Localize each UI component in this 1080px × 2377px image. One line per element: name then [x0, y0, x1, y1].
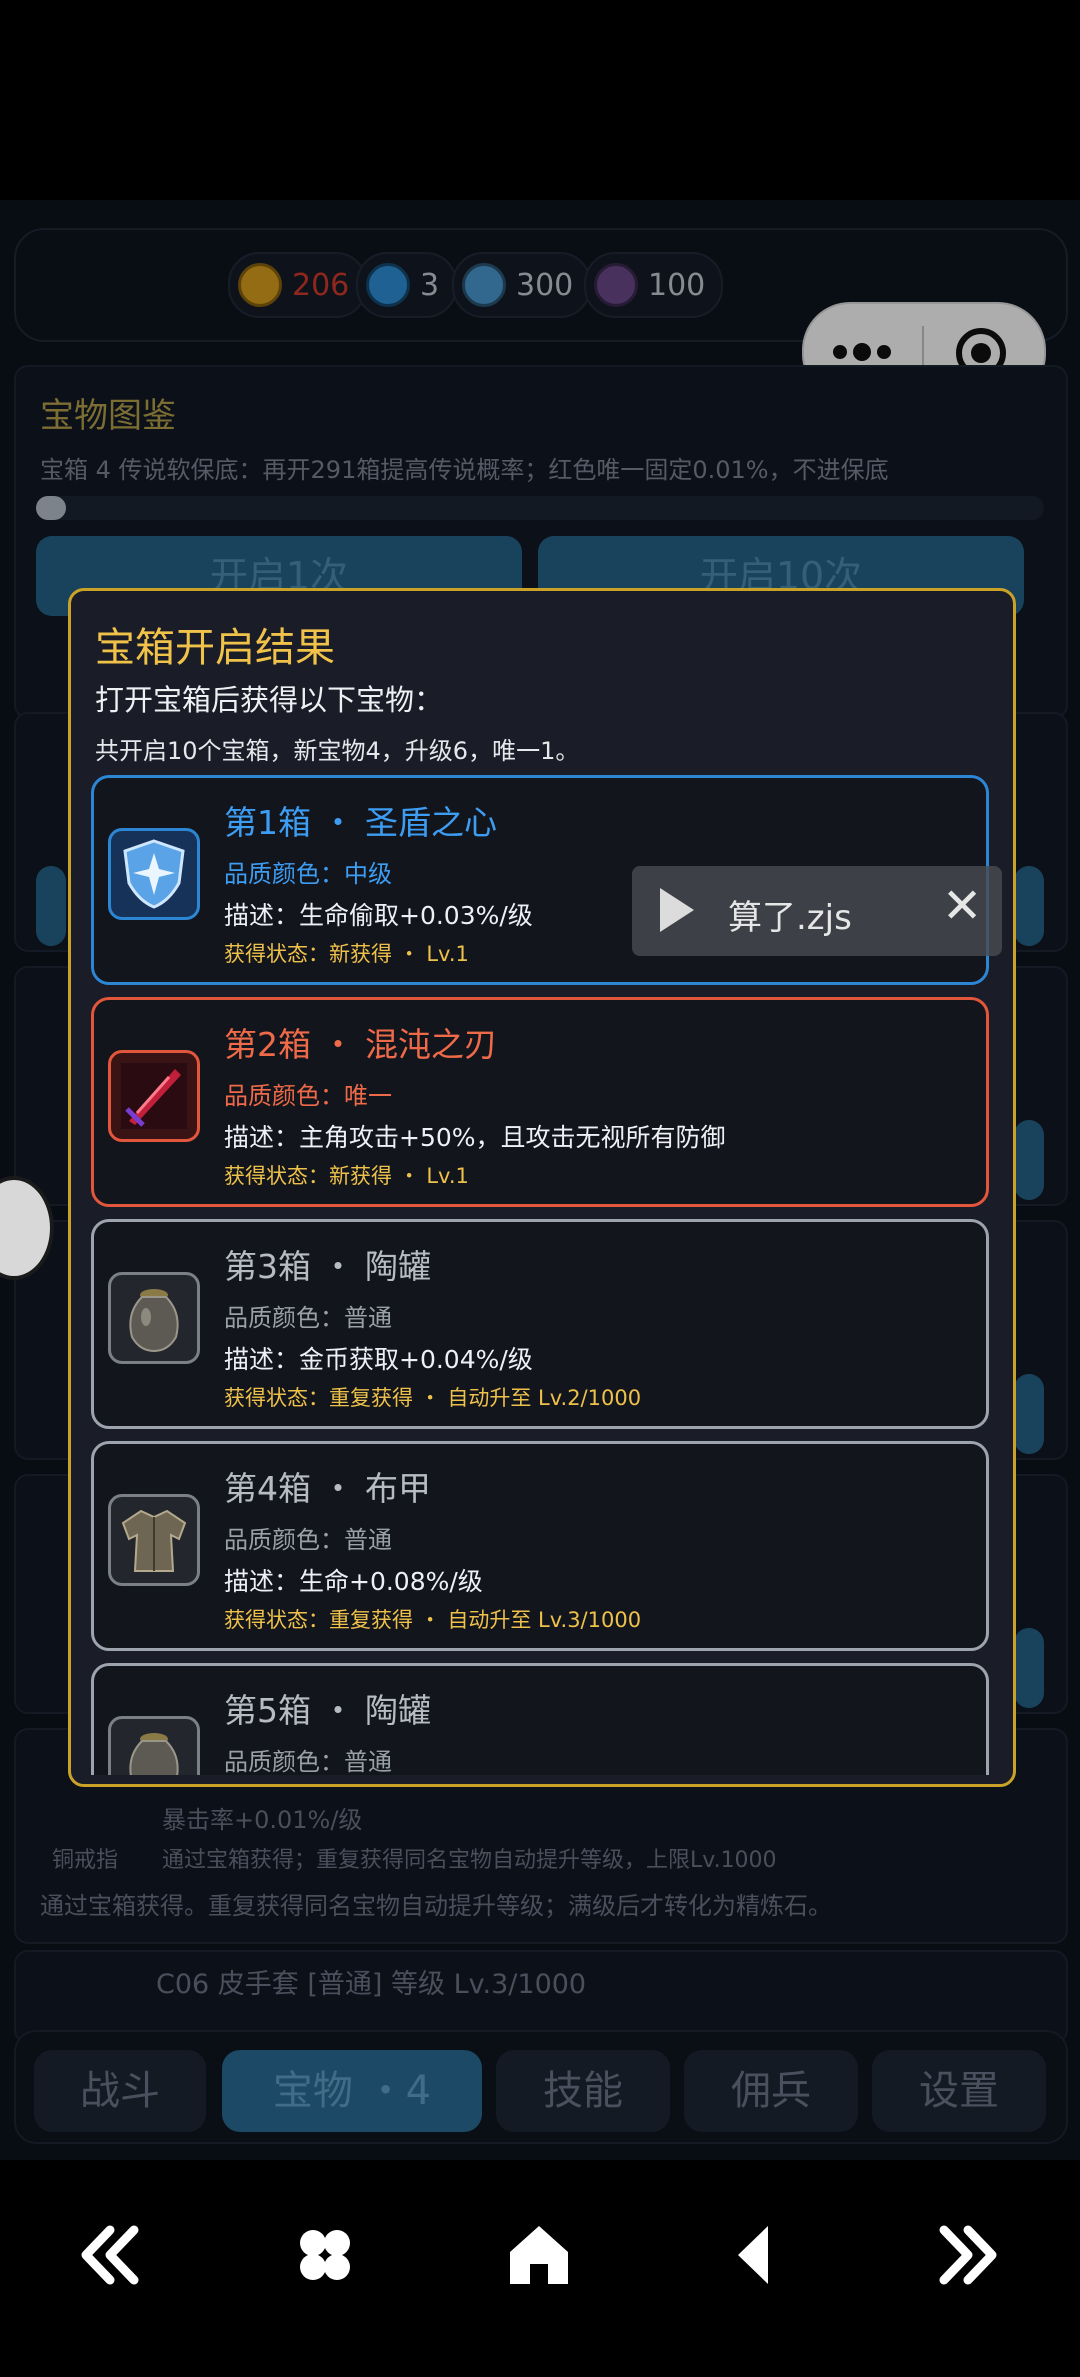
item-status: 获得状态：重复获得 ・ 自动升至 Lv.2/1000 — [224, 1386, 642, 1410]
item-quality: 品质颜色：普通 — [224, 1526, 392, 1554]
chaos-blade-icon — [108, 1050, 200, 1142]
forward-double-icon[interactable] — [914, 2200, 1024, 2310]
close-icon[interactable]: ✕ — [942, 878, 982, 934]
item-description: 描述：生命偷取+0.03%/级 — [224, 901, 533, 930]
clay-jar-icon — [108, 1272, 200, 1364]
play-icon[interactable] — [660, 888, 694, 932]
item-title: 第2箱 ・ 混沌之刃 — [224, 1025, 497, 1064]
item-quality: 品质颜色：普通 — [224, 1748, 392, 1775]
result-item: 第3箱 ・ 陶罐 品质颜色：普通 描述：金币获取+0.04%/级 获得状态：重复… — [91, 1219, 989, 1429]
cloth-armor-icon — [108, 1494, 200, 1586]
item-status: 获得状态：新获得 ・ Lv.1 — [224, 942, 469, 966]
floating-toast[interactable]: 算了.zjs ✕ — [632, 866, 1002, 956]
item-quality: 品质颜色：唯一 — [224, 1082, 392, 1110]
holy-shield-icon — [108, 828, 200, 920]
item-description: 描述：生命+0.08%/级 — [224, 1567, 483, 1596]
item-title: 第1箱 ・ 圣盾之心 — [224, 803, 497, 842]
home-icon[interactable] — [484, 2200, 594, 2310]
apps-icon[interactable] — [270, 2200, 380, 2310]
dialog-title: 宝箱开启结果 — [95, 625, 335, 671]
item-title: 第5箱 ・ 陶罐 — [224, 1691, 431, 1730]
item-description: 描述：主角攻击+50%，且攻击无视所有防御 — [224, 1123, 726, 1152]
item-quality: 品质颜色：普通 — [224, 1304, 392, 1332]
item-status: 获得状态：重复获得 ・ 自动升至 Lv.3/1000 — [224, 1608, 642, 1632]
result-item: 第2箱 ・ 混沌之刃 品质颜色：唯一 描述：主角攻击+50%，且攻击无视所有防御… — [91, 997, 989, 1207]
item-quality: 品质颜色：中级 — [224, 860, 392, 888]
toast-text: 算了.zjs — [728, 898, 852, 938]
back-double-icon[interactable] — [54, 2200, 164, 2310]
item-title: 第3箱 ・ 陶罐 — [224, 1247, 431, 1286]
chest-result-dialog: 宝箱开启结果 打开宝箱后获得以下宝物： 共开启10个宝箱，新宝物4，升级6，唯一… — [68, 588, 1016, 1787]
result-item: 第5箱 ・ 陶罐 品质颜色：普通 — [91, 1663, 989, 1775]
dialog-subtitle: 打开宝箱后获得以下宝物： — [95, 683, 444, 717]
dialog-summary: 共开启10个宝箱，新宝物4，升级6，唯一1。 — [95, 737, 580, 765]
result-item: 第4箱 ・ 布甲 品质颜色：普通 描述：生命+0.08%/级 获得状态：重复获得… — [91, 1441, 989, 1651]
clay-jar-icon — [108, 1716, 200, 1775]
back-icon[interactable] — [700, 2200, 810, 2310]
item-title: 第4箱 ・ 布甲 — [224, 1469, 431, 1508]
item-description: 描述：金币获取+0.04%/级 — [224, 1345, 533, 1374]
item-status: 获得状态：新获得 ・ Lv.1 — [224, 1164, 469, 1188]
